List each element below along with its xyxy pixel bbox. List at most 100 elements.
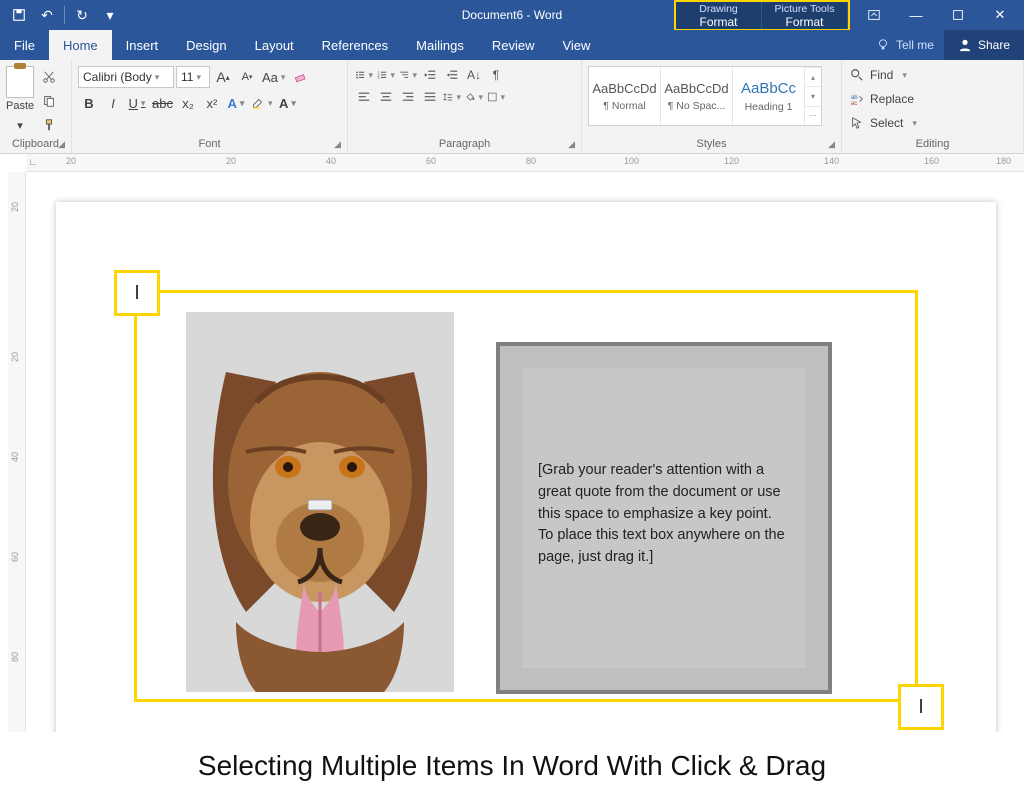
align-center-button[interactable] — [376, 88, 396, 106]
grow-font-button[interactable]: A▴ — [212, 66, 234, 88]
group-label-font: Font ◢ — [78, 136, 341, 153]
picture-tools-header: Picture Tools — [762, 2, 848, 15]
shading-button[interactable]: ▾ — [464, 88, 484, 106]
group-label-editing: Editing — [848, 136, 1017, 153]
clipboard-launcher[interactable]: ◢ — [58, 139, 65, 150]
close-button[interactable]: ✕ — [980, 0, 1020, 30]
copy-icon — [42, 94, 56, 108]
paste-button[interactable]: Paste — [6, 100, 34, 112]
tab-mailings[interactable]: Mailings — [402, 30, 478, 60]
brush-icon — [42, 118, 56, 132]
bullets-icon — [355, 68, 365, 82]
style-preview: AaBbCcDd — [664, 81, 728, 96]
group-clipboard: Paste ▾ Clipboard ◢ — [0, 60, 72, 153]
svg-text:ac: ac — [851, 100, 857, 106]
align-center-icon — [379, 90, 393, 104]
tab-insert[interactable]: Insert — [112, 30, 173, 60]
shrink-font-button[interactable]: A▾ — [236, 66, 258, 88]
ribbon: Paste ▾ Clipboard ◢ — [0, 60, 1024, 154]
dec-indent-icon — [423, 68, 437, 82]
multilevel-icon — [399, 68, 409, 82]
ribbon-display-options-button[interactable] — [854, 0, 894, 30]
find-button[interactable]: Find▾ — [848, 64, 909, 86]
styles-gallery[interactable]: AaBbCcDd ¶ Normal AaBbCcDd ¶ No Spac... … — [588, 66, 822, 126]
styles-launcher[interactable]: ◢ — [828, 139, 835, 150]
sort-button[interactable]: A↓ — [464, 66, 484, 84]
highlight-button[interactable]: ▾ — [249, 92, 275, 114]
style-no-spacing[interactable]: AaBbCcDd ¶ No Spac... — [661, 67, 733, 125]
bullets-button[interactable]: ▾ — [354, 66, 374, 84]
paragraph-launcher[interactable]: ◢ — [568, 139, 575, 150]
page[interactable]: I I — [56, 202, 996, 732]
format-painter-button[interactable] — [38, 114, 60, 136]
show-marks-button[interactable]: ¶ — [486, 66, 506, 84]
borders-button[interactable]: ▾ — [486, 88, 506, 106]
undo-button[interactable]: ↶ — [34, 2, 60, 28]
replace-icon: abac — [850, 92, 864, 106]
align-right-button[interactable] — [398, 88, 418, 106]
style-name: ¶ No Spac... — [668, 100, 726, 112]
tell-me-search[interactable]: Tell me — [866, 30, 944, 60]
tab-view[interactable]: View — [548, 30, 604, 60]
save-icon — [12, 8, 26, 22]
horizontal-ruler[interactable]: ∟ 20 20 40 60 80 100 120 140 160 180 — [26, 154, 1024, 172]
font-launcher[interactable]: ◢ — [334, 139, 341, 150]
underline-button[interactable]: U▾ — [126, 92, 148, 114]
select-button[interactable]: Select▾ — [848, 112, 919, 134]
align-left-button[interactable] — [354, 88, 374, 106]
font-name-combo[interactable]: Calibri (Body▾ — [78, 66, 174, 88]
minimize-button[interactable]: — — [896, 0, 936, 30]
share-button[interactable]: Share — [944, 30, 1024, 60]
tab-design[interactable]: Design — [172, 30, 240, 60]
drawing-tools-header: Drawing Tools — [676, 2, 762, 15]
tab-layout[interactable]: Layout — [241, 30, 308, 60]
tab-review[interactable]: Review — [478, 30, 549, 60]
clear-formatting-button[interactable] — [289, 66, 311, 88]
style-name: Heading 1 — [745, 101, 793, 113]
style-normal[interactable]: AaBbCcDd ¶ Normal — [589, 67, 661, 125]
decrease-indent-button[interactable] — [420, 66, 440, 84]
subscript-button[interactable]: x₂ — [177, 92, 199, 114]
maximize-button[interactable] — [938, 0, 978, 30]
tab-picture-format[interactable]: Format — [762, 15, 848, 29]
increase-indent-button[interactable] — [442, 66, 462, 84]
style-heading1[interactable]: AaBbCc Heading 1 — [733, 67, 805, 125]
group-paragraph: ▾ 123▾ ▾ A↓ ¶ — [348, 60, 582, 153]
cut-button[interactable] — [38, 66, 60, 88]
document-canvas[interactable]: I I — [26, 172, 1024, 732]
replace-button[interactable]: abac Replace — [848, 88, 916, 110]
strikethrough-button[interactable]: abc — [150, 92, 175, 114]
superscript-button[interactable]: x² — [201, 92, 223, 114]
styles-gallery-more[interactable]: ▴▾⋯ — [805, 67, 821, 125]
tab-home[interactable]: Home — [49, 30, 112, 60]
text-effects-button[interactable]: A▾ — [225, 92, 247, 114]
change-case-button[interactable]: Aa▾ — [260, 66, 287, 88]
font-color-button[interactable]: A▾ — [277, 92, 299, 114]
window-controls: — ✕ — [850, 0, 1024, 30]
font-size-combo[interactable]: 11▾ — [176, 66, 210, 88]
multilevel-list-button[interactable]: ▾ — [398, 66, 418, 84]
contextual-tool-tabs: Drawing Tools Picture Tools Format Forma… — [674, 0, 1024, 30]
share-person-icon — [958, 38, 972, 52]
paste-dropdown[interactable]: ▾ — [9, 114, 31, 136]
inserted-picture-dog[interactable] — [186, 312, 454, 692]
bold-button[interactable]: B — [78, 92, 100, 114]
justify-button[interactable] — [420, 88, 440, 106]
inserted-text-box[interactable]: [Grab your reader's attention with a gre… — [496, 342, 832, 694]
tab-selector[interactable]: ∟ — [28, 157, 38, 168]
vertical-ruler[interactable]: 20 20 40 60 80 — [8, 172, 26, 732]
numbering-button[interactable]: 123▾ — [376, 66, 396, 84]
tab-file[interactable]: File — [0, 30, 49, 60]
save-button[interactable] — [6, 2, 32, 28]
quick-access-toolbar: ↶ ↻ ▾ — [0, 0, 123, 30]
redo-button[interactable]: ↻ — [69, 2, 95, 28]
italic-button[interactable]: I — [102, 92, 124, 114]
qat-customize-button[interactable]: ▾ — [97, 2, 123, 28]
tab-references[interactable]: References — [308, 30, 402, 60]
text-box-content[interactable]: [Grab your reader's attention with a gre… — [522, 368, 806, 668]
line-spacing-button[interactable]: ▾ — [442, 88, 462, 106]
borders-icon — [487, 90, 497, 104]
tab-drawing-format[interactable]: Format — [676, 15, 762, 29]
copy-button[interactable] — [38, 90, 60, 112]
eraser-icon — [293, 70, 307, 84]
